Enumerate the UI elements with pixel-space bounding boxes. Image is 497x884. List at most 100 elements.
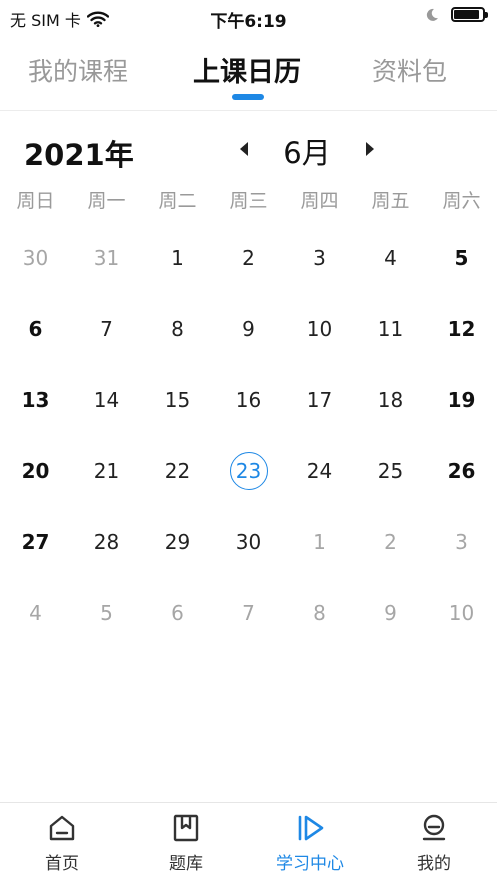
next-month-arrow-icon[interactable] bbox=[366, 142, 374, 156]
calendar-day[interactable]: 18 bbox=[355, 364, 426, 435]
calendar-day-number: 2 bbox=[242, 245, 255, 270]
calendar-day-number: 24 bbox=[306, 458, 333, 483]
calendar-day[interactable]: 6 bbox=[142, 577, 213, 648]
calendar-day[interactable]: 1 bbox=[142, 222, 213, 293]
calendar-day[interactable]: 26 bbox=[426, 435, 497, 506]
status-time: 下午6:19 bbox=[210, 12, 287, 32]
calendar-day[interactable]: 22 bbox=[142, 435, 213, 506]
bottom-nav: 首页 题库 学习中心 我的 bbox=[0, 802, 497, 884]
weekday-label: 周四 bbox=[300, 190, 339, 212]
calendar-day[interactable]: 28 bbox=[71, 506, 142, 577]
calendar-day[interactable]: 8 bbox=[284, 577, 355, 648]
calendar-day[interactable]: 21 bbox=[71, 435, 142, 506]
calendar-day[interactable]: 12 bbox=[426, 293, 497, 364]
calendar-day[interactable]: 24 bbox=[284, 435, 355, 506]
calendar-day-number: 16 bbox=[235, 387, 262, 412]
calendar-day[interactable]: 2 bbox=[355, 506, 426, 577]
nav-profile-label: 我的 bbox=[417, 854, 451, 874]
calendar-day[interactable]: 4 bbox=[355, 222, 426, 293]
calendar-day[interactable]: 7 bbox=[71, 293, 142, 364]
calendar-day-number: 5 bbox=[100, 600, 113, 625]
calendar-day-number: 12 bbox=[447, 316, 476, 341]
tab-materials[interactable]: 资料包 bbox=[372, 52, 447, 88]
weekday-header: 周日 周一 周二 周三 周四 周五 周六 bbox=[0, 186, 497, 213]
tab-my-courses[interactable]: 我的课程 bbox=[28, 52, 128, 88]
calendar-day-number: 23 bbox=[229, 451, 268, 490]
calendar-day-number: 9 bbox=[242, 316, 255, 341]
calendar-day[interactable]: 5 bbox=[71, 577, 142, 648]
calendar-day-number: 22 bbox=[164, 458, 191, 483]
calendar-day[interactable]: 3 bbox=[284, 222, 355, 293]
month-label: 6月 bbox=[283, 136, 331, 170]
calendar-day[interactable]: 2 bbox=[213, 222, 284, 293]
calendar-day[interactable]: 31 bbox=[71, 222, 142, 293]
calendar-day-selected[interactable]: 23 bbox=[213, 435, 284, 506]
calendar-day-number: 21 bbox=[93, 458, 120, 483]
calendar-day[interactable]: 20 bbox=[0, 435, 71, 506]
calendar-day-number: 4 bbox=[384, 245, 397, 270]
nav-question-bank[interactable]: 题库 bbox=[124, 803, 248, 884]
calendar-day[interactable]: 14 bbox=[71, 364, 142, 435]
nav-study-center-label: 学习中心 bbox=[276, 854, 344, 874]
weekday-label: 周三 bbox=[229, 190, 268, 212]
tab-class-calendar[interactable]: 上课日历 bbox=[193, 50, 301, 89]
calendar-day[interactable]: 8 bbox=[142, 293, 213, 364]
calendar-day-number: 6 bbox=[171, 600, 184, 625]
calendar-day[interactable]: 17 bbox=[284, 364, 355, 435]
calendar-day-number: 11 bbox=[377, 316, 404, 341]
calendar-grid: 30 31 1 2 3 4 5 6 7 8 9 10 11 12 13 14 15 16 17 18 19 20 21 22 2… bbox=[0, 222, 497, 648]
nav-profile[interactable]: 我的 bbox=[372, 803, 496, 884]
calendar-day-number: 13 bbox=[21, 387, 50, 412]
calendar-day-number: 17 bbox=[306, 387, 333, 412]
calendar-day[interactable]: 30 bbox=[0, 222, 71, 293]
calendar-day[interactable]: 11 bbox=[355, 293, 426, 364]
calendar-day[interactable]: 9 bbox=[213, 293, 284, 364]
calendar-day-number: 19 bbox=[447, 387, 476, 412]
calendar-day[interactable]: 9 bbox=[355, 577, 426, 648]
calendar-day-number: 9 bbox=[384, 600, 397, 625]
prev-month-arrow-icon[interactable] bbox=[240, 142, 248, 156]
nav-study-center[interactable]: 学习中心 bbox=[248, 803, 372, 884]
calendar-day-number: 8 bbox=[313, 600, 326, 625]
month-navigator: 6月 bbox=[232, 130, 382, 170]
calendar-day-number: 20 bbox=[21, 458, 50, 483]
calendar-day-number: 31 bbox=[93, 245, 120, 270]
calendar-day[interactable]: 10 bbox=[284, 293, 355, 364]
calendar-day[interactable]: 27 bbox=[0, 506, 71, 577]
weekday-label: 周一 bbox=[87, 190, 126, 212]
calendar-day[interactable]: 4 bbox=[0, 577, 71, 648]
calendar-day-number: 26 bbox=[447, 458, 476, 483]
calendar-day-number: 15 bbox=[164, 387, 191, 412]
calendar-day-number: 10 bbox=[306, 316, 333, 341]
calendar-day[interactable]: 29 bbox=[142, 506, 213, 577]
calendar-day[interactable]: 30 bbox=[213, 506, 284, 577]
weekday-label: 周二 bbox=[158, 190, 197, 212]
calendar-day[interactable]: 13 bbox=[0, 364, 71, 435]
calendar-day[interactable]: 6 bbox=[0, 293, 71, 364]
calendar-day[interactable]: 19 bbox=[426, 364, 497, 435]
calendar-day[interactable]: 3 bbox=[426, 506, 497, 577]
calendar-day[interactable]: 15 bbox=[142, 364, 213, 435]
calendar-day-number: 29 bbox=[164, 529, 191, 554]
calendar-day[interactable]: 10 bbox=[426, 577, 497, 648]
calendar-day-number: 10 bbox=[448, 600, 475, 625]
home-icon bbox=[49, 815, 75, 841]
calendar-day-number: 28 bbox=[93, 529, 120, 554]
calendar-day-number: 8 bbox=[171, 316, 184, 341]
calendar-day[interactable]: 25 bbox=[355, 435, 426, 506]
calendar-day-number: 3 bbox=[455, 529, 468, 554]
battery-icon bbox=[451, 7, 488, 22]
calendar-day-number: 5 bbox=[454, 245, 469, 270]
status-right bbox=[425, 7, 488, 22]
status-bar: 无 SIM 卡 下午6:19 bbox=[0, 0, 497, 34]
calendar-day[interactable]: 5 bbox=[426, 222, 497, 293]
calendar-day-number: 30 bbox=[235, 529, 262, 554]
calendar-day[interactable]: 16 bbox=[213, 364, 284, 435]
calendar-day[interactable]: 1 bbox=[284, 506, 355, 577]
calendar-day-number: 1 bbox=[171, 245, 184, 270]
play-icon bbox=[298, 815, 324, 841]
moon-icon bbox=[426, 8, 438, 21]
calendar-day[interactable]: 7 bbox=[213, 577, 284, 648]
nav-home[interactable]: 首页 bbox=[0, 803, 124, 884]
calendar-day-number: 25 bbox=[377, 458, 404, 483]
